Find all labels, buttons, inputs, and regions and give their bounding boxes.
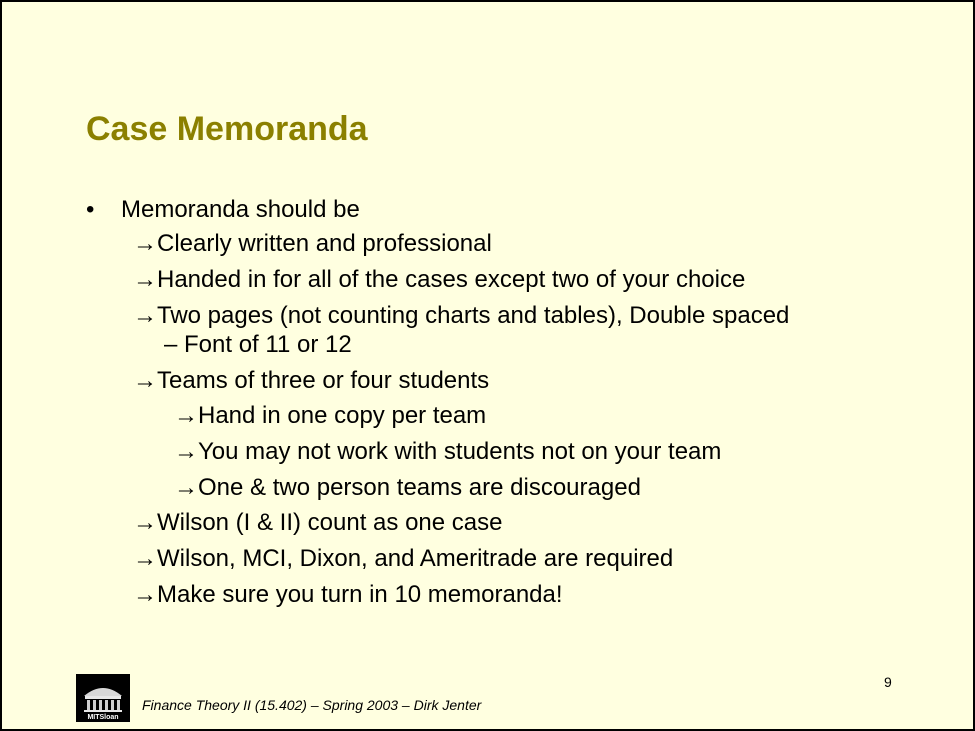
list-item: →Make sure you turn in 10 memoranda!: [133, 581, 563, 609]
list-item-label: Wilson (I & II) count as one case: [157, 509, 503, 536]
arrow-icon: →: [133, 367, 157, 394]
list-item: →Wilson (I & II) count as one case: [133, 509, 502, 537]
arrow-icon: →: [133, 581, 157, 608]
sub-list-item: →Hand in one copy per team: [174, 402, 486, 430]
level1-text: Memoranda should be: [121, 196, 360, 223]
list-item-label: Two pages (not counting charts and table…: [157, 302, 790, 329]
list-item-continuation: – Font of 11 or 12: [164, 331, 352, 358]
arrow-icon: →: [174, 474, 198, 501]
arrow-icon: →: [133, 509, 157, 536]
footer-text: Finance Theory II (15.402) – Spring 2003…: [142, 697, 482, 713]
list-item-label: Handed in for all of the cases except tw…: [157, 266, 746, 293]
logo-text: MITSloan: [87, 714, 118, 721]
arrow-icon: →: [133, 302, 157, 329]
bullet-marker: •: [86, 196, 95, 223]
page-number: 9: [884, 674, 892, 690]
slide: Case Memoranda • Memoranda should be →Cl…: [0, 0, 975, 731]
sub-list-item: →You may not work with students not on y…: [174, 438, 721, 466]
list-item: →Handed in for all of the cases except t…: [133, 266, 745, 294]
list-item-label: Teams of three or four students: [157, 367, 490, 394]
sub-list-item-label: Hand in one copy per team: [198, 402, 487, 429]
list-item: →Teams of three or four students: [133, 367, 489, 395]
slide-title: Case Memoranda: [86, 110, 368, 148]
list-item: →Clearly written and professional: [133, 230, 492, 258]
sub-list-item-label: One & two person teams are discouraged: [198, 474, 641, 501]
arrow-icon: →: [174, 438, 198, 465]
arrow-icon: →: [174, 402, 198, 429]
arrow-icon: →: [133, 266, 157, 293]
arrow-icon: →: [133, 230, 157, 257]
list-item: →Two pages (not counting charts and tabl…: [133, 302, 789, 330]
list-item-label: Wilson, MCI, Dixon, and Ameritrade are r…: [157, 545, 674, 572]
arrow-icon: →: [133, 545, 157, 572]
list-item: →Wilson, MCI, Dixon, and Ameritrade are …: [133, 545, 673, 573]
mit-sloan-logo: MITSloan: [76, 674, 130, 722]
sub-list-item-label: You may not work with students not on yo…: [198, 438, 722, 465]
list-item-label: Make sure you turn in 10 memoranda!: [157, 581, 563, 608]
list-item-label: Clearly written and professional: [157, 230, 492, 257]
sub-list-item: →One & two person teams are discouraged: [174, 474, 641, 502]
